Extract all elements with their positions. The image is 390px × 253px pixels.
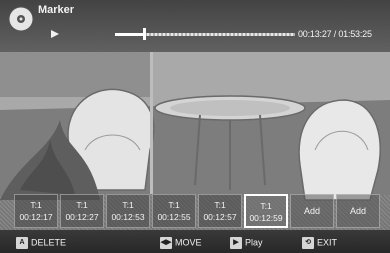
marker-item[interactable]: T:1 00:12:57 — [198, 194, 242, 228]
play-button-icon: ▶ — [230, 236, 242, 249]
progress-fill — [115, 33, 144, 36]
video-screen: Marker 00:13:27 / 01:53:25 T:1 00:12:17 … — [0, 0, 390, 253]
exit-hint[interactable]: ⟲ EXIT — [302, 235, 337, 249]
play-icon — [51, 30, 59, 38]
add-marker-button[interactable]: Add — [290, 194, 334, 228]
play-hint[interactable]: ▶ Play — [230, 235, 263, 249]
arrows-icon: ◀▶ — [160, 236, 172, 249]
marker-item[interactable]: T:1 00:12:55 — [152, 194, 196, 228]
marker-header: Marker 00:13:27 / 01:53:25 — [0, 0, 390, 52]
page-title: Marker — [38, 4, 75, 16]
progress-handle[interactable] — [142, 28, 146, 40]
delete-hint[interactable]: A DELETE — [16, 235, 66, 249]
return-icon: ⟲ — [302, 236, 314, 249]
marker-item[interactable]: T:1 00:12:53 — [106, 194, 150, 228]
marker-item-selected[interactable]: T:1 00:12:59 — [244, 194, 288, 228]
marker-list: T:1 00:12:17 T:1 00:12:27 T:1 00:12:53 T… — [14, 194, 389, 230]
marker-item[interactable]: T:1 00:12:27 — [60, 194, 104, 228]
time-readout: 00:13:27 / 01:53:25 — [298, 29, 372, 39]
marker-item[interactable]: T:1 00:12:17 — [14, 194, 58, 228]
key-guide-bar: A DELETE ◀▶ MOVE ▶ Play ⟲ EXIT — [0, 230, 390, 253]
button-a-icon: A — [16, 236, 28, 249]
move-hint[interactable]: ◀▶ MOVE — [160, 235, 202, 249]
disc-icon — [8, 6, 34, 32]
add-marker-button[interactable]: Add — [336, 194, 380, 228]
